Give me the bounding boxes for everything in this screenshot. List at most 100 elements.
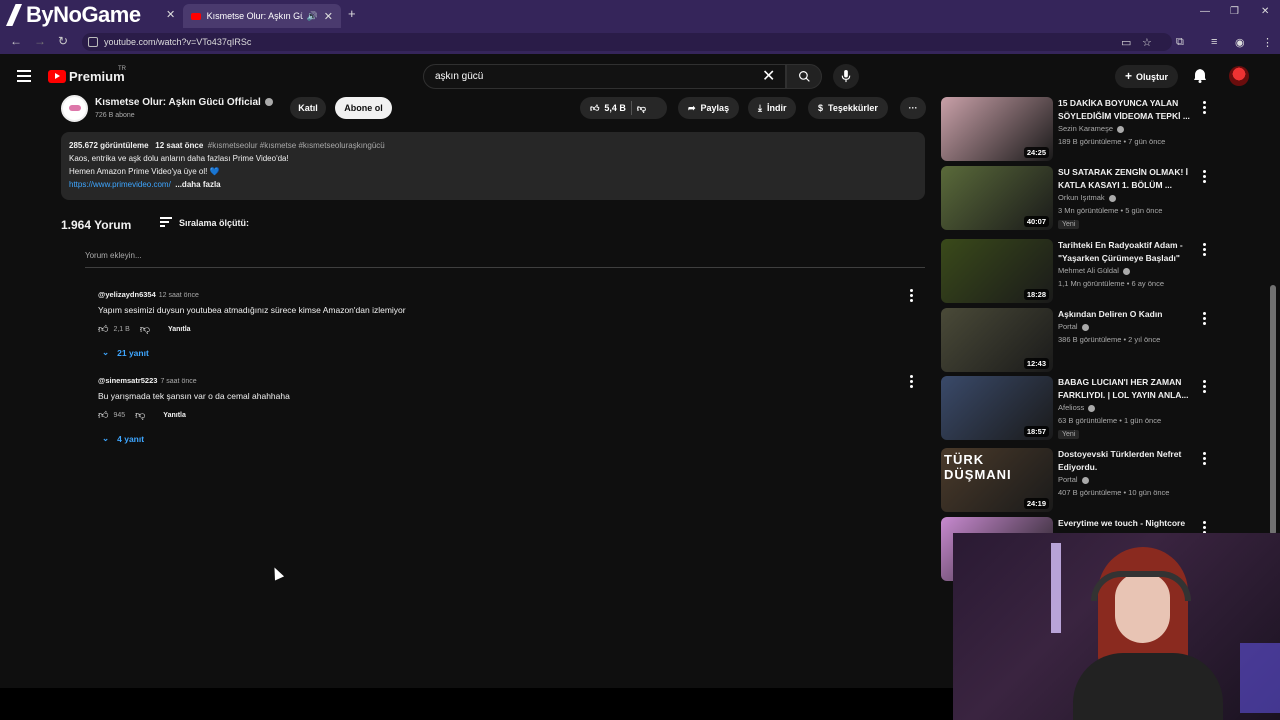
comment-like-icon[interactable]: 👍︎ (98, 323, 108, 335)
like-count[interactable]: 5,4 B (604, 97, 626, 119)
video-title[interactable]: Dostoyevski Türklerden Nefret Ediyordu. (1058, 448, 1193, 474)
description-box[interactable]: 285.672 görüntüleme 12 saat önce #kısmet… (61, 132, 925, 200)
site-info-icon[interactable] (88, 37, 98, 47)
chevron-down-icon: ⌄ (102, 347, 110, 357)
view-replies-button[interactable]: ⌄ 21 yanıt (102, 347, 149, 358)
video-thumbnail[interactable]: 18:57 (941, 376, 1053, 440)
search-button[interactable] (786, 64, 822, 89)
video-menu-icon[interactable] (1203, 312, 1206, 327)
share-button[interactable]: ➦ Paylaş (678, 97, 740, 119)
video-duration: 24:25 (1023, 147, 1049, 158)
show-more-button[interactable]: ...daha fazla (175, 180, 220, 189)
video-thumbnail[interactable]: 12:43 (941, 308, 1053, 372)
recommended-video[interactable]: 12:43 Aşkından Deliren O Kadın Portal 386 B… (941, 308, 1211, 374)
minimize-icon[interactable]: — (1200, 6, 1210, 17)
thanks-button[interactable]: $ Teşekkürler (808, 97, 888, 119)
video-title[interactable]: 15 DAKİKA BOYUNCA YALAN SÖYLEDİĞİM VİDEO… (1058, 97, 1193, 123)
profile-icon[interactable]: ◉ (1235, 36, 1245, 49)
create-button[interactable]: + Oluştur (1115, 65, 1179, 88)
recommended-video[interactable]: 24:25 15 DAKİKA BOYUNCA YALAN SÖYLEDİĞİM … (941, 97, 1211, 163)
video-title[interactable]: SU SATARAK ZENGİN OLMAK! İ KATLA KASAYI … (1058, 166, 1193, 192)
video-menu-icon[interactable] (1203, 380, 1206, 395)
browser-tab-active[interactable]: Kısmetse Olur: Aşkın Gücü 🔊 ✕ (183, 4, 341, 28)
new-tab-icon[interactable]: + (348, 6, 356, 21)
notifications-bell-icon[interactable] (1193, 68, 1207, 83)
comment-time[interactable]: 12 saat önce (159, 292, 199, 299)
video-channel[interactable]: Afelioss (1058, 403, 1096, 412)
channel-name[interactable]: Kısmetse Olur: Aşkın Gücü Official (95, 97, 273, 108)
video-thumbnail[interactable]: 40:07 (941, 166, 1053, 230)
menu-icon[interactable] (17, 70, 31, 85)
join-button[interactable]: Katıl (290, 97, 326, 119)
reply-button[interactable]: Yanıtla (168, 326, 191, 333)
view-count: 285.672 görüntüleme (69, 141, 149, 150)
comment-author[interactable]: @sinemsatr5223 (98, 376, 157, 385)
create-label: Oluştur (1136, 72, 1169, 82)
video-channel[interactable]: Orkun Işıtmak (1058, 193, 1116, 202)
video-menu-icon[interactable] (1203, 243, 1206, 258)
restore-icon[interactable]: ❐ (1230, 6, 1239, 17)
cast-icon[interactable]: ▭ (1121, 36, 1131, 49)
video-thumbnail[interactable]: TÜRK DÜŞMANI 24:19 (941, 448, 1053, 512)
hashtags[interactable]: #kısmetseolur #kısmetse #kısmetseoluraşk… (208, 141, 385, 150)
comment-text: Bu yarışmada tek şansın var o da cemal a… (98, 391, 290, 401)
video-menu-icon[interactable] (1203, 170, 1206, 185)
add-comment-input[interactable]: Yorum ekleyin... (85, 251, 925, 268)
comment-count: 1.964 Yorum (61, 218, 132, 232)
forward-icon[interactable]: → (34, 34, 46, 48)
video-title[interactable]: BABAG LUCIAN'I HER ZAMAN FARKLIYDI. | LO… (1058, 376, 1193, 402)
more-actions-button[interactable]: ··· (900, 97, 926, 119)
recommended-video[interactable]: 40:07 SU SATARAK ZENGİN OLMAK! İ KATLA KA… (941, 166, 1211, 232)
close-icon[interactable]: ✕ (166, 8, 175, 21)
comment-author[interactable]: @yelizaydn6354 (98, 290, 156, 299)
back-icon[interactable]: ← (10, 34, 22, 48)
subscribe-button[interactable]: Abone ol (335, 97, 392, 119)
video-channel[interactable]: Mehmet Ali Güldal (1058, 266, 1130, 275)
comment-dislike-icon[interactable]: 👎︎ (140, 323, 150, 335)
search-input[interactable]: aşkın gücü (423, 64, 786, 89)
like-icon[interactable]: 👍︎ (590, 97, 599, 119)
video-channel[interactable]: Portal (1058, 322, 1089, 331)
channel-avatar[interactable] (61, 95, 88, 122)
extensions-icon[interactable]: ⧉ (1176, 36, 1184, 49)
video-channel[interactable]: Sezin Karameşe (1058, 124, 1125, 133)
comment-like-icon[interactable]: 👍︎ (98, 409, 108, 421)
window-close-icon[interactable]: ✕ (1261, 6, 1269, 17)
video-title[interactable]: Tarihteki En Radyoaktif Adam - "Yaşarken… (1058, 239, 1193, 265)
download-button[interactable]: ⤓ İndir (748, 97, 797, 119)
clear-search-icon[interactable]: ✕ (762, 66, 775, 86)
comment-menu-icon[interactable] (910, 375, 913, 390)
account-avatar[interactable] (1229, 66, 1249, 86)
replies-label: 21 yanıt (117, 347, 149, 358)
url-bar[interactable]: youtube.com/watch?v=VTo437qIRSc (82, 33, 1172, 51)
video-thumbnail[interactable]: 18:28 (941, 239, 1053, 303)
video-channel[interactable]: Portal (1058, 475, 1089, 484)
video-title[interactable]: Aşkından Deliren O Kadın (1058, 308, 1193, 321)
reply-button[interactable]: Yanıtla (163, 412, 186, 419)
video-title[interactable]: Everytime we touch - Nightcore (1058, 517, 1193, 530)
browser-menu-icon[interactable]: ⋮ (1262, 36, 1273, 49)
recommended-video[interactable]: 18:28 Tarihteki En Radyoaktif Adam - "Yaş… (941, 239, 1211, 305)
description-link[interactable]: https://www.primevideo.com/ (69, 180, 171, 189)
region-code: TR (118, 66, 126, 72)
sort-comments-button[interactable]: Sıralama ölçütü: (160, 217, 249, 229)
video-menu-icon[interactable] (1203, 452, 1206, 467)
video-thumbnail[interactable]: 24:25 (941, 97, 1053, 161)
subscriber-count: 726 B abone (95, 112, 135, 119)
comment-menu-icon[interactable] (910, 289, 913, 304)
reload-icon[interactable]: ↻ (58, 34, 68, 48)
youtube-logo[interactable]: Premium TR (48, 66, 126, 84)
view-replies-button[interactable]: ⌄ 4 yanıt (102, 433, 144, 444)
scrollbar[interactable] (1270, 285, 1276, 535)
bookmark-star-icon[interactable]: ☆ (1142, 36, 1152, 49)
voice-search-button[interactable] (833, 64, 859, 89)
video-menu-icon[interactable] (1203, 101, 1206, 116)
close-tab-icon[interactable]: ✕ (324, 10, 333, 23)
dislike-icon[interactable]: 👎︎ (637, 97, 646, 119)
speaker-icon[interactable]: 🔊 (307, 11, 318, 22)
recommended-video[interactable]: 18:57 BABAG LUCIAN'I HER ZAMAN FARKLIYDI.… (941, 376, 1211, 442)
reading-list-icon[interactable]: ≡ (1211, 36, 1217, 48)
recommended-video[interactable]: TÜRK DÜŞMANI 24:19 Dostoyevski Türklerden … (941, 448, 1211, 514)
comment-time[interactable]: 7 saat önce (160, 378, 196, 385)
comment-dislike-icon[interactable]: 👎︎ (135, 409, 145, 421)
